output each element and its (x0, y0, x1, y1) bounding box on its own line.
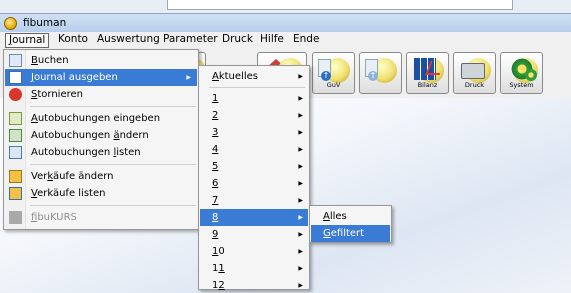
menu-item-label: Stornieren (31, 89, 83, 100)
menu-item-stornieren[interactable]: Stornieren (5, 86, 197, 103)
submenu-item-11[interactable]: 11 ▶ (200, 260, 308, 277)
edit-icon (9, 129, 22, 142)
menu-konto[interactable]: Konto (55, 33, 91, 48)
toolbar-button-guv[interactable]: ↑ GuV (312, 52, 355, 94)
top-panel (167, 0, 513, 10)
submenu-item-8[interactable]: 8 ▶ (200, 209, 308, 226)
menu-item-label: Gefiltert (323, 228, 365, 239)
chevron-right-icon: ▶ (298, 248, 303, 255)
window-title: fibuman (23, 17, 67, 29)
menu-item-label: Journal ausgeben (31, 72, 118, 83)
submenu-item-alles[interactable]: Alles (311, 208, 390, 225)
submenu-item-5[interactable]: 5 ▶ (200, 158, 308, 175)
guv-label: GuV (326, 81, 341, 89)
toolbar-button-druck[interactable]: Druck (453, 52, 496, 94)
menu-parameter[interactable]: Parameter (160, 33, 221, 48)
menu-item-label: Verkäufe ändern (31, 171, 114, 182)
course-icon (9, 211, 22, 224)
submenu-item-9[interactable]: 9 ▶ (200, 226, 308, 243)
menu-item-label: Verkäufe listen (31, 188, 106, 199)
chevron-right-icon: ▶ (298, 265, 303, 272)
sales-list-icon (9, 187, 22, 200)
list-icon (9, 146, 22, 159)
menu-item-verkaeufe-listen[interactable]: Verkäufe listen (5, 185, 197, 202)
submenu-item-2[interactable]: 2 ▶ (200, 107, 308, 124)
submenu-item-gefiltert[interactable]: Gefiltert (311, 225, 390, 242)
submenu-item-6[interactable]: 6 ▶ (200, 175, 308, 192)
menu-item-label: fibuKURS (31, 212, 77, 223)
menu-item-autobuchungen-aendern[interactable]: Autobuchungen ändern (5, 127, 197, 144)
app-icon (4, 17, 17, 30)
add-icon (9, 112, 22, 125)
menu-item-fibukurs[interactable]: fibuKURS (5, 209, 197, 226)
menu-ende[interactable]: Ende (290, 33, 322, 48)
menu-item-autobuchungen-listen[interactable]: Autobuchungen listen (5, 144, 197, 161)
chevron-right-icon: ▶ (298, 231, 303, 238)
chevron-right-icon: ▶ (298, 214, 303, 221)
menu-hilfe[interactable]: Hilfe (257, 33, 287, 48)
chevron-right-icon: ▶ (298, 146, 303, 153)
toolbar-button-system[interactable]: System (500, 52, 543, 94)
menu-item-journal-ausgeben[interactable]: Journal ausgeben ▶ (5, 69, 197, 86)
period-submenu: Aktuelles ▶ 1 ▶ 2 ▶ 3 ▶ 4 ▶ 5 ▶ 6 ▶ 7 ▶ 8 ▶ 9 ▶ 1… (198, 65, 310, 293)
druck-label: Druck (464, 81, 485, 89)
menu-item-label: Buchen (31, 55, 69, 66)
menu-item-autobuchungen-eingeben[interactable]: Autobuchungen eingeben (5, 110, 197, 127)
menu-journal[interactable]: Journal (5, 33, 50, 48)
menu-item-label: Alles (323, 211, 347, 222)
menu-item-verkaeufe-aendern[interactable]: Verkäufe ändern (5, 168, 197, 185)
book-icon (9, 54, 22, 67)
journal-print-icon (9, 71, 22, 84)
menu-item-label: Autobuchungen listen (31, 147, 141, 158)
chevron-right-icon: ▶ (298, 73, 303, 80)
filter-submenu: Alles Gefiltert (309, 205, 392, 243)
system-label: System (509, 81, 534, 89)
chevron-right-icon: ▶ (298, 95, 303, 102)
submenu-item-1[interactable]: 1 ▶ (200, 90, 308, 107)
chevron-right-icon: ▶ (186, 74, 191, 81)
submenu-item-aktuelles[interactable]: Aktuelles ▶ (200, 68, 308, 85)
journal-menu: Buchen Journal ausgeben ▶ Stornieren Aut… (3, 49, 199, 230)
submenu-item-7[interactable]: 7 ▶ (200, 192, 308, 209)
submenu-item-12[interactable]: 12 ▶ (200, 277, 308, 293)
submenu-item-10[interactable]: 10 ▶ (200, 243, 308, 260)
bilanz-label: Bilanz (417, 81, 438, 89)
chevron-right-icon: ▶ (298, 163, 303, 170)
menu-item-label: Autobuchungen ändern (31, 130, 149, 141)
chevron-right-icon: ▶ (298, 180, 303, 187)
submenu-item-4[interactable]: 4 ▶ (200, 141, 308, 158)
chevron-right-icon: ▶ (298, 197, 303, 204)
cancel-icon (9, 88, 22, 101)
menu-item-label: Aktuelles (212, 71, 258, 82)
chevron-right-icon: ▶ (298, 282, 303, 289)
menu-item-label: Autobuchungen eingeben (31, 113, 161, 124)
title-bar: fibuman (0, 13, 571, 32)
toolbar-button-upload[interactable]: ↑ (359, 52, 402, 94)
chevron-right-icon: ▶ (298, 129, 303, 136)
sales-edit-icon (9, 170, 22, 183)
menu-item-buchen[interactable]: Buchen (5, 52, 197, 69)
top-strip (0, 0, 571, 13)
menu-druck[interactable]: Druck (219, 33, 256, 48)
toolbar-button-bilanz[interactable]: Bilanz (406, 52, 449, 94)
menu-auswertung[interactable]: Auswertung (94, 33, 163, 48)
menu-bar: Journal Konto Auswertung Parameter Druck… (0, 32, 571, 50)
submenu-item-3[interactable]: 3 ▶ (200, 124, 308, 141)
chevron-right-icon: ▶ (298, 112, 303, 119)
